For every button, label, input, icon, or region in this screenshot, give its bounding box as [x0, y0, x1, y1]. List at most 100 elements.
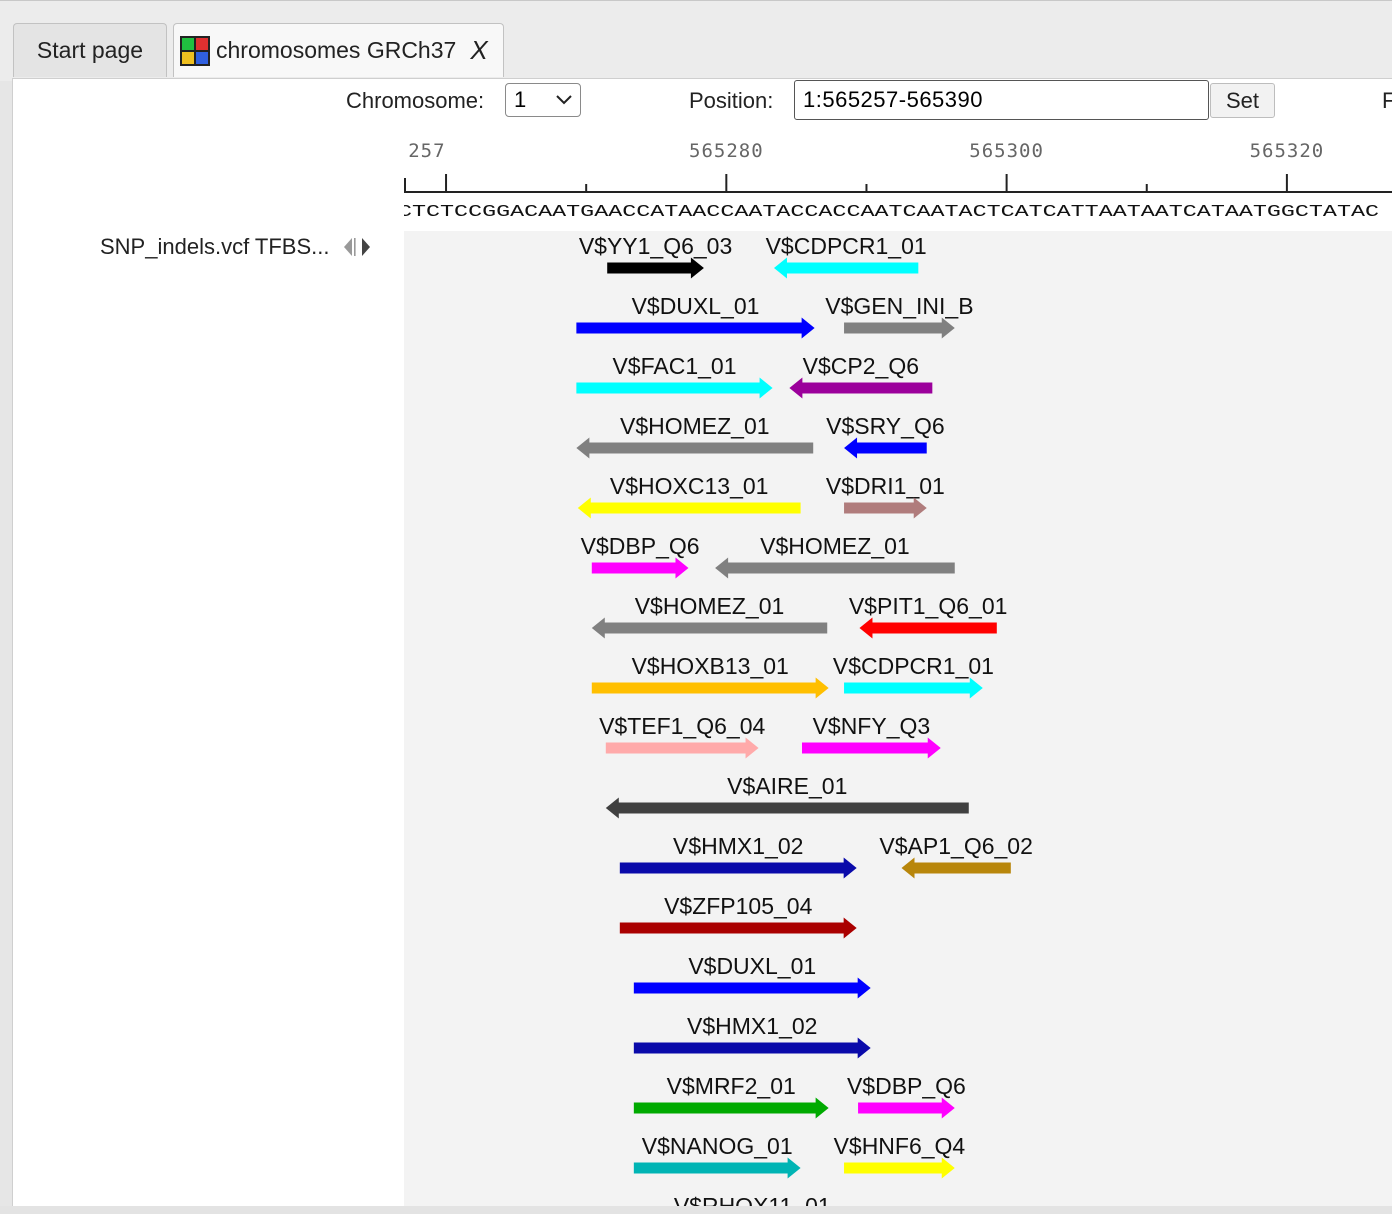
- tfbs-feature-label: V$MRF2_01: [667, 1073, 796, 1099]
- tfbs-feature[interactable]: V$HMX1_02: [619, 833, 857, 879]
- tfbs-feature-label: V$CDPCR1_01: [833, 653, 994, 679]
- tfbs-feature-arrow[interactable]: [633, 1097, 829, 1119]
- track-name: SNP_indels.vcf TFBS...: [100, 234, 330, 259]
- tfbs-feature-label: V$DBP_Q6: [581, 533, 700, 559]
- truncated-label: F: [1382, 88, 1392, 113]
- tfbs-feature[interactable]: V$DBP_Q6: [581, 533, 700, 579]
- tfbs-feature-arrow[interactable]: [576, 317, 815, 339]
- tfbs-feature-label: V$DUXL_01: [632, 293, 760, 319]
- tfbs-feature-label: V$ZFP105_04: [664, 893, 813, 919]
- tfbs-feature-label: V$HOMEZ_01: [620, 413, 770, 439]
- tfbs-feature-label: V$CDPCR1_01: [766, 233, 927, 259]
- ruler-tick-label: 565320: [1250, 140, 1325, 162]
- tfbs-feature-label: V$DRI1_01: [826, 473, 945, 499]
- tfbs-feature[interactable]: V$NFY_Q3: [802, 713, 941, 759]
- tfbs-feature-arrow[interactable]: [591, 617, 828, 639]
- arrow-right-icon[interactable]: [362, 238, 370, 256]
- tfbs-feature[interactable]: V$CDPCR1_01: [833, 653, 994, 699]
- tfbs-feature[interactable]: V$RHOX11_01: [634, 1193, 871, 1206]
- tfbs-feature-label: V$HOXB13_01: [632, 653, 789, 679]
- tfbs-feature[interactable]: V$HOMEZ_01: [715, 533, 955, 579]
- close-tab-button[interactable]: X: [470, 35, 487, 66]
- tfbs-feature[interactable]: V$CP2_Q6: [789, 353, 933, 399]
- tfbs-feature[interactable]: V$HOXB13_01: [591, 653, 829, 699]
- tfbs-feature-label: V$DBP_Q6: [847, 1073, 966, 1099]
- set-button[interactable]: Set: [1210, 83, 1275, 118]
- chromosome-select-value: 1: [514, 87, 527, 112]
- tfbs-feature-arrow[interactable]: [802, 737, 941, 759]
- tfbs-feature[interactable]: V$AP1_Q6_02: [879, 833, 1033, 879]
- tfbs-feature[interactable]: V$GEN_INI_B: [825, 293, 974, 339]
- tfbs-feature-arrow[interactable]: [844, 497, 927, 519]
- tfbs-feature[interactable]: V$HNF6_Q4: [834, 1133, 966, 1179]
- tfbs-feature[interactable]: V$HOXC13_01: [577, 473, 801, 519]
- tfbs-feature-arrow[interactable]: [844, 317, 955, 339]
- tfbs-feature-arrow[interactable]: [591, 557, 689, 579]
- tfbs-feature[interactable]: V$HOMEZ_01: [591, 593, 828, 639]
- tfbs-feature[interactable]: V$ZFP105_04: [619, 893, 857, 939]
- chromosome-select[interactable]: 1: [505, 83, 581, 117]
- tfbs-feature[interactable]: V$CDPCR1_01: [766, 233, 927, 279]
- tfbs-feature-arrow[interactable]: [789, 377, 933, 399]
- position-ruler: 257 565280 565300 565320 CTCTCCGGACAATGAACCA…: [404, 140, 1392, 222]
- tfbs-feature-label: V$HOXC13_01: [610, 473, 769, 499]
- tfbs-feature[interactable]: V$MRF2_01: [633, 1073, 829, 1119]
- tfbs-feature-arrow[interactable]: [844, 1157, 955, 1179]
- arrow-left-icon[interactable]: [344, 238, 352, 256]
- tfbs-feature[interactable]: V$SRY_Q6: [826, 413, 945, 459]
- ruler-tick-label: 565300: [969, 140, 1044, 162]
- tab-bar: Start page chromosomes GRCh37 X: [0, 0, 1392, 81]
- tfbs-feature[interactable]: V$YY1_Q6_03: [579, 233, 732, 279]
- tfbs-feature-arrow[interactable]: [576, 437, 814, 459]
- reference-sequence: CTCTCCGGACAATGAACCATAACCAATACCACCAATCAAT…: [404, 203, 1379, 222]
- tfbs-feature-arrow[interactable]: [577, 497, 801, 519]
- position-label: Position:: [689, 88, 774, 113]
- tfbs-feature[interactable]: V$DUXL_01: [633, 953, 871, 999]
- tfbs-feature[interactable]: V$FAC1_01: [576, 353, 773, 399]
- tfbs-feature-arrow[interactable]: [844, 437, 927, 459]
- genome-icon: [180, 35, 210, 66]
- tfbs-feature-arrow[interactable]: [773, 257, 919, 279]
- tfbs-feature-arrow[interactable]: [715, 557, 955, 579]
- tfbs-feature[interactable]: V$NANOG_01: [633, 1133, 801, 1179]
- tfbs-feature-arrow[interactable]: [591, 677, 829, 699]
- tfbs-feature-label: V$FAC1_01: [612, 353, 736, 379]
- tfbs-feature-arrow[interactable]: [901, 857, 1011, 879]
- chromosome-label: Chromosome:: [346, 88, 485, 113]
- tfbs-feature-arrow[interactable]: [633, 1037, 871, 1059]
- tfbs-feature-arrow[interactable]: [844, 677, 983, 699]
- tfbs-feature[interactable]: V$DBP_Q6: [847, 1073, 966, 1119]
- tfbs-track: V$YY1_Q6_03 V$CDPCR1_01 V$DUXL_01 V$GEN_INI…: [404, 231, 1392, 1206]
- tfbs-feature-arrow[interactable]: [605, 737, 759, 759]
- tfbs-feature[interactable]: V$HOMEZ_01: [576, 413, 814, 459]
- tfbs-feature[interactable]: V$PIT1_Q6_01: [849, 593, 1008, 639]
- tfbs-feature-label: V$RHOX11_01: [674, 1193, 831, 1206]
- tfbs-feature-arrow[interactable]: [858, 1097, 955, 1119]
- tab-start-page[interactable]: Start page: [13, 23, 167, 77]
- tab-chromosomes-label: chromosomes GRCh37: [216, 37, 457, 63]
- tfbs-feature[interactable]: V$DRI1_01: [826, 473, 945, 519]
- tfbs-feature[interactable]: V$AIRE_01: [605, 773, 969, 819]
- tfbs-feature-label: V$SRY_Q6: [826, 413, 944, 439]
- tfbs-feature-label: V$NANOG_01: [642, 1133, 793, 1159]
- arrow-separator: [354, 238, 356, 256]
- tfbs-feature-arrow[interactable]: [633, 1157, 801, 1179]
- position-input[interactable]: 1:565257-565390: [794, 80, 1209, 120]
- tfbs-feature-arrow[interactable]: [619, 857, 857, 879]
- tfbs-feature-arrow[interactable]: [605, 797, 969, 819]
- tfbs-feature-arrow[interactable]: [633, 977, 871, 999]
- tfbs-feature[interactable]: V$TEF1_Q6_04: [599, 713, 765, 759]
- tfbs-feature-label: V$AP1_Q6_02: [879, 833, 1032, 859]
- tfbs-feature-arrow[interactable]: [859, 617, 997, 639]
- tfbs-feature[interactable]: V$DUXL_01: [576, 293, 815, 339]
- track-scroll-arrows: [344, 238, 370, 256]
- tfbs-feature-arrow[interactable]: [607, 257, 704, 279]
- tfbs-feature-label: V$AIRE_01: [727, 773, 847, 799]
- tfbs-feature-label: V$GEN_INI_B: [825, 293, 973, 319]
- ruler-tick-label: 257: [408, 140, 445, 162]
- tfbs-feature[interactable]: V$HMX1_02: [633, 1013, 871, 1059]
- tab-chromosomes[interactable]: chromosomes GRCh37 X: [173, 23, 504, 77]
- tfbs-feature-arrow[interactable]: [619, 917, 857, 939]
- tfbs-feature-label: V$CP2_Q6: [803, 353, 919, 379]
- tfbs-feature-arrow[interactable]: [576, 377, 773, 399]
